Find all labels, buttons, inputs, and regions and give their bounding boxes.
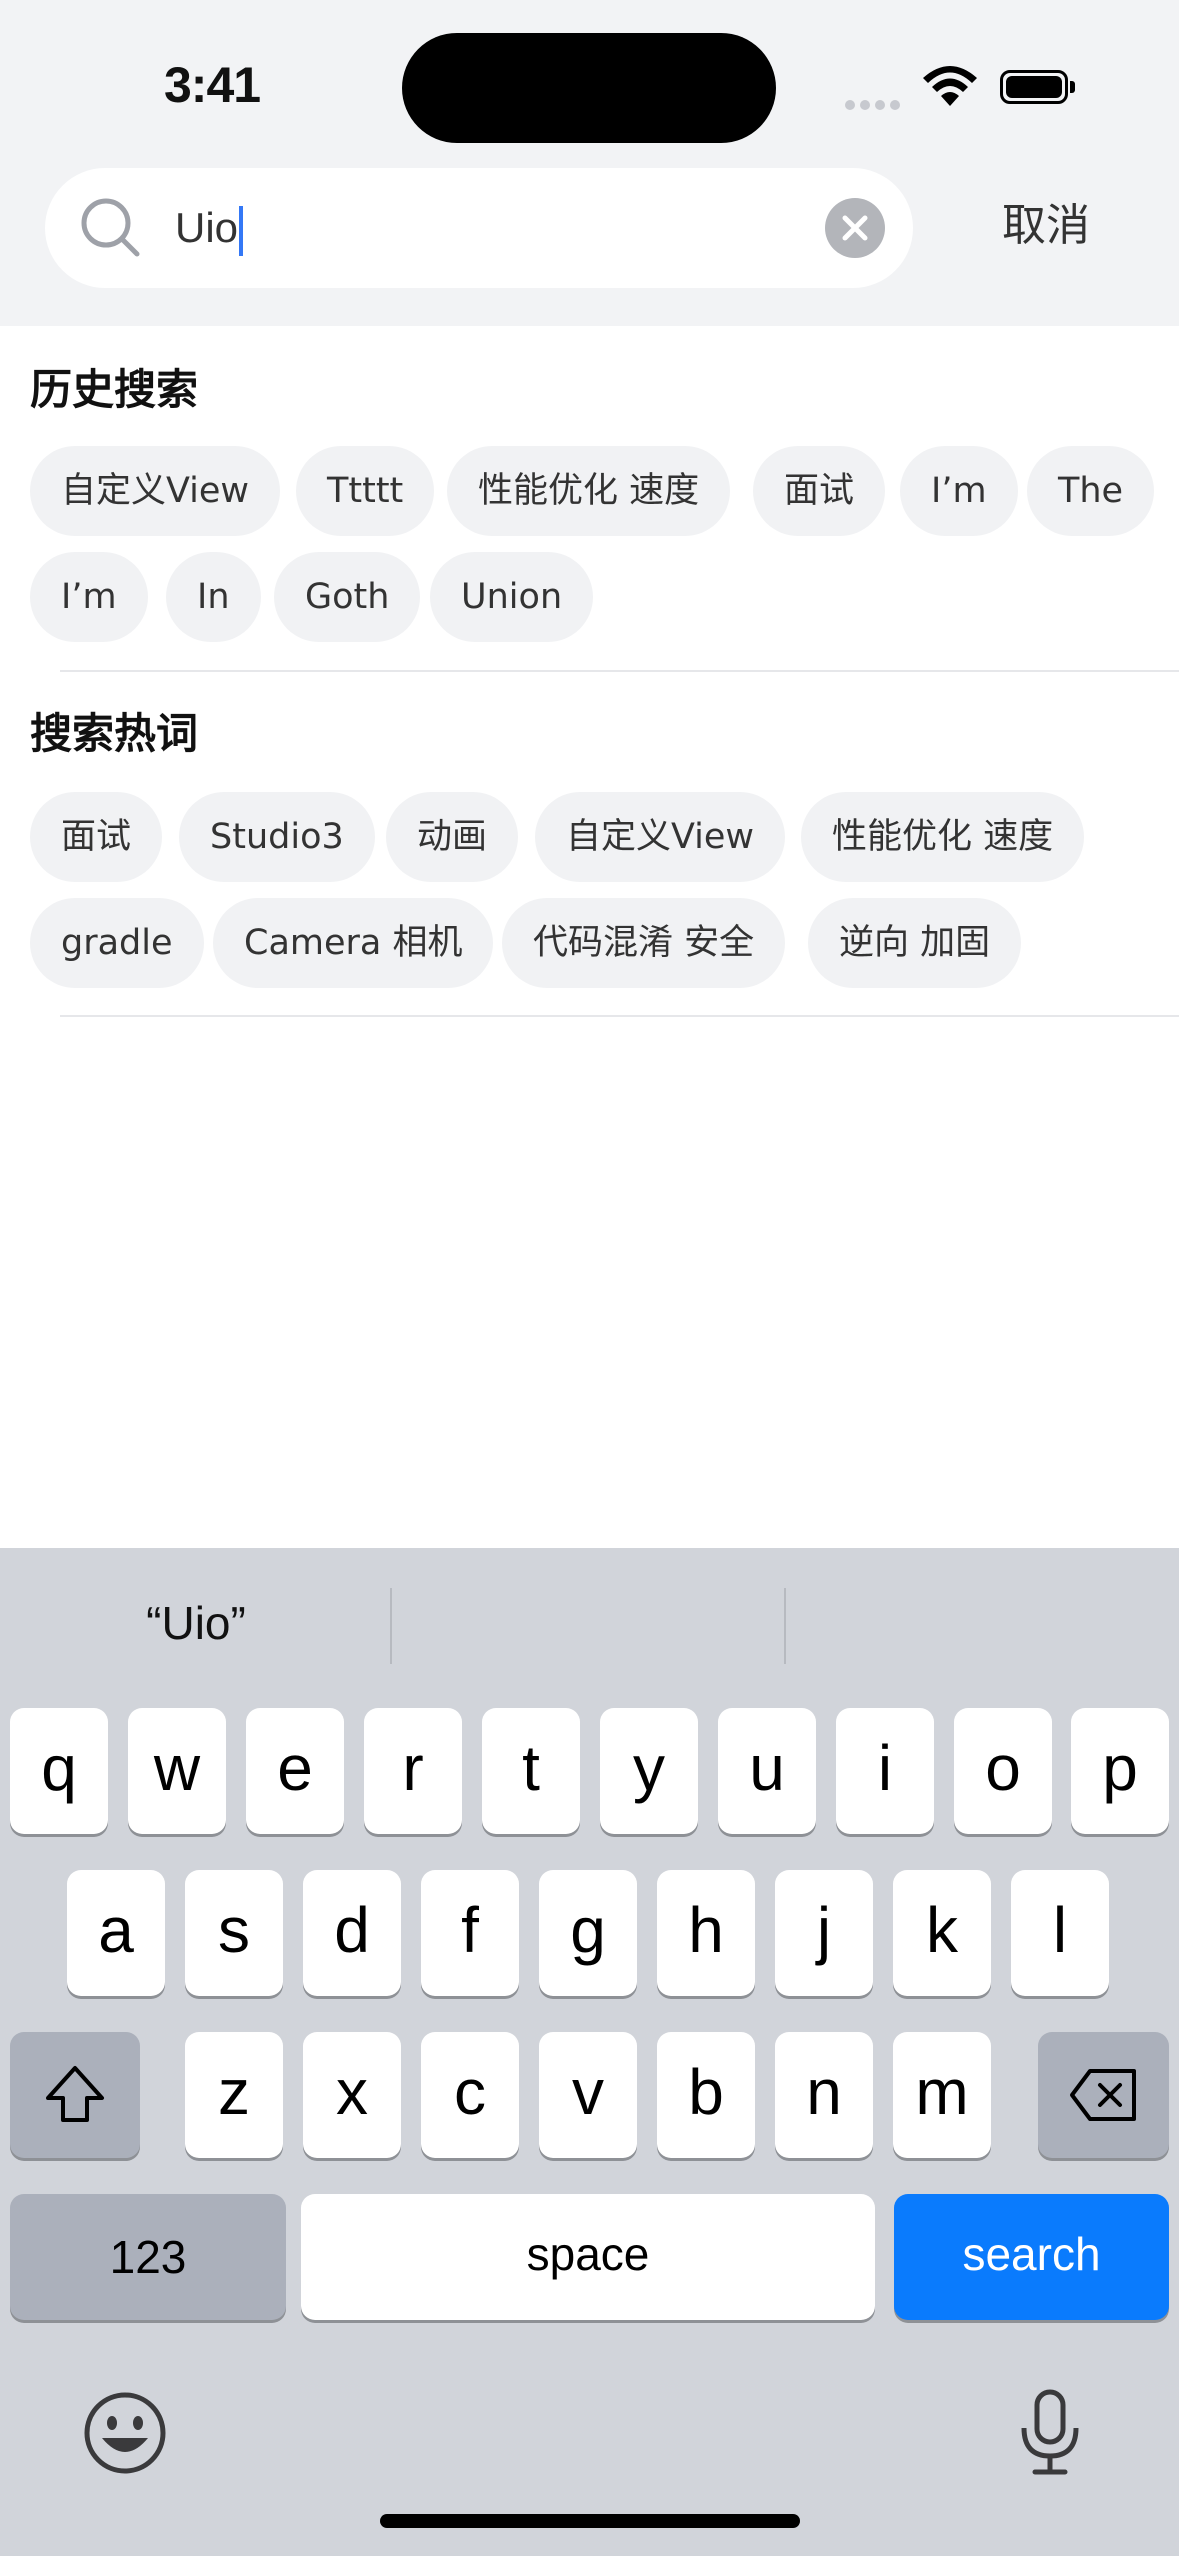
hot-tag[interactable]: gradle — [30, 898, 204, 988]
key-t[interactable]: t — [482, 1708, 580, 1834]
key-k[interactable]: k — [893, 1870, 991, 1996]
hot-tag[interactable]: 自定义View — [535, 792, 786, 882]
shift-key[interactable] — [10, 2032, 140, 2158]
key-o[interactable]: o — [954, 1708, 1052, 1834]
key-h[interactable]: h — [657, 1870, 755, 1996]
history-tag[interactable]: I’m — [30, 552, 148, 642]
key-l[interactable]: l — [1011, 1870, 1109, 1996]
hot-tag[interactable]: Studio3 — [179, 792, 375, 882]
history-tag[interactable]: In — [166, 552, 261, 642]
key-d[interactable]: d — [303, 1870, 401, 1996]
wifi-icon — [920, 64, 980, 112]
key-e[interactable]: e — [246, 1708, 344, 1834]
cellular-signal-icon — [845, 95, 905, 114]
history-tag[interactable]: 性能优化 速度 — [447, 446, 731, 536]
history-tag[interactable]: 自定义View — [30, 446, 281, 536]
hot-tag[interactable]: Camera 相机 — [213, 898, 494, 988]
history-tag[interactable]: Goth — [274, 552, 421, 642]
key-z[interactable]: z — [185, 2032, 283, 2158]
key-s[interactable]: s — [185, 1870, 283, 1996]
suggestion-divider — [390, 1588, 392, 1664]
key-j[interactable]: j — [775, 1870, 873, 1996]
suggestion-item[interactable]: “Uio” — [0, 1548, 392, 1698]
history-tag[interactable]: 面试 — [753, 446, 886, 536]
status-time: 3:41 — [164, 57, 261, 113]
hot-tag[interactable]: 代码混淆 安全 — [502, 898, 786, 988]
microphone-icon[interactable] — [1015, 2388, 1085, 2482]
home-indicator — [380, 2514, 800, 2528]
suggestion-divider — [784, 1588, 786, 1664]
text-caret — [239, 205, 244, 256]
history-tag[interactable]: Ttttt — [296, 446, 435, 536]
clear-button[interactable] — [825, 198, 885, 258]
history-tag[interactable]: I’m — [900, 446, 1018, 536]
suggestion-item[interactable] — [393, 1548, 785, 1698]
divider — [60, 670, 1179, 672]
cancel-button[interactable]: 取消 — [1002, 196, 1090, 256]
key-x[interactable]: x — [303, 2032, 401, 2158]
hot-tag[interactable]: 性能优化 速度 — [801, 792, 1085, 882]
space-key[interactable]: space — [301, 2194, 875, 2320]
search-input[interactable]: Uio — [45, 168, 913, 288]
key-c[interactable]: c — [421, 2032, 519, 2158]
key-y[interactable]: y — [600, 1708, 698, 1834]
delete-key[interactable] — [1038, 2032, 1169, 2158]
key-r[interactable]: r — [364, 1708, 462, 1834]
key-u[interactable]: u — [718, 1708, 816, 1834]
key-m[interactable]: m — [893, 2032, 991, 2158]
hot-tag[interactable]: 面试 — [30, 792, 163, 882]
battery-icon — [1000, 70, 1075, 104]
key-b[interactable]: b — [657, 2032, 755, 2158]
key-w[interactable]: w — [128, 1708, 226, 1834]
close-icon — [842, 215, 868, 241]
history-tag[interactable]: The — [1027, 446, 1155, 536]
backspace-icon — [1069, 2069, 1136, 2121]
dynamic-island — [402, 33, 776, 143]
key-v[interactable]: v — [539, 2032, 637, 2158]
key-p[interactable]: p — [1071, 1708, 1169, 1834]
search-input-value[interactable]: Uio — [175, 198, 244, 258]
divider — [60, 1015, 1179, 1017]
key-i[interactable]: i — [836, 1708, 934, 1834]
suggestion-item[interactable] — [787, 1548, 1179, 1698]
keyboard: “Uio” q w e r t y u i o p a s d f g h j … — [0, 1548, 1179, 2556]
key-q[interactable]: q — [10, 1708, 108, 1834]
hot-tag[interactable]: 动画 — [386, 792, 519, 882]
numbers-key[interactable]: 123 — [10, 2194, 286, 2320]
key-f[interactable]: f — [421, 1870, 519, 1996]
key-g[interactable]: g — [539, 1870, 637, 1996]
history-tag[interactable]: Union — [430, 552, 594, 642]
history-title: 历史搜索 — [30, 365, 199, 414]
hot-title: 搜索热词 — [30, 709, 199, 758]
shift-icon — [46, 2066, 104, 2122]
search-text: Uio — [175, 204, 239, 251]
hot-tag[interactable]: 逆向 加固 — [808, 898, 1022, 988]
search-icon — [79, 196, 143, 260]
key-a[interactable]: a — [67, 1870, 165, 1996]
key-n[interactable]: n — [775, 2032, 873, 2158]
emoji-icon[interactable] — [82, 2390, 168, 2480]
search-key[interactable]: search — [894, 2194, 1169, 2320]
